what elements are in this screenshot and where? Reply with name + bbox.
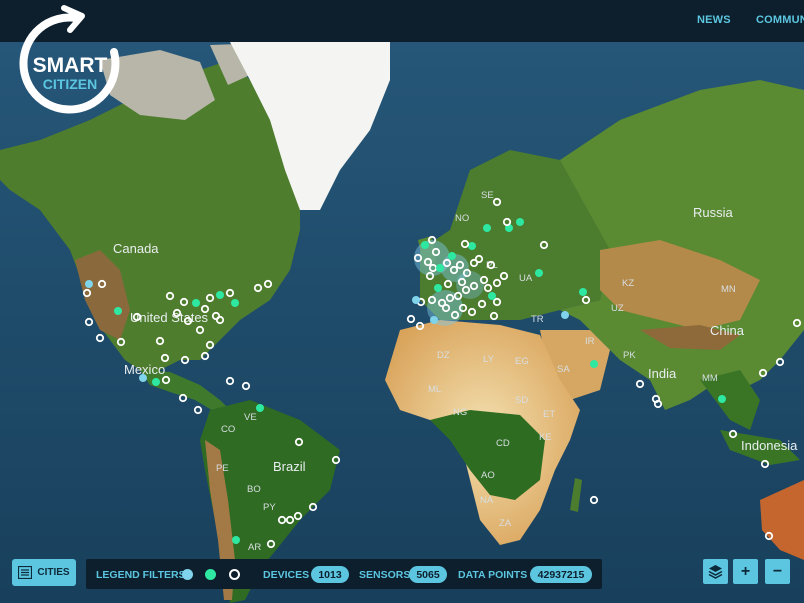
device-marker-online[interactable]	[483, 224, 491, 232]
device-marker-online[interactable]	[231, 299, 239, 307]
code-cd: CD	[496, 438, 510, 449]
filter-dot-green[interactable]	[205, 569, 216, 580]
device-marker-online[interactable]	[232, 536, 240, 544]
device-marker-online[interactable]	[256, 404, 264, 412]
code-ly: LY	[483, 354, 495, 365]
device-marker-online[interactable]	[421, 241, 429, 249]
device-marker-online[interactable]	[448, 252, 456, 260]
code-ua: UA	[519, 273, 533, 284]
device-marker-indoor[interactable]	[139, 374, 147, 382]
device-marker-indoor[interactable]	[430, 316, 438, 324]
label-united-states: United States	[130, 310, 209, 325]
device-marker-indoor[interactable]	[412, 296, 420, 304]
smart-citizen-logo[interactable]: SMART CITIZEN	[18, 4, 126, 122]
legend-filters-label: LEGEND FILTERS	[96, 569, 186, 581]
code-ir: IR	[585, 336, 595, 347]
device-marker-online[interactable]	[192, 299, 200, 307]
device-marker-online[interactable]	[579, 288, 587, 296]
device-marker-online[interactable]	[516, 218, 524, 226]
code-uz: UZ	[611, 303, 624, 314]
code-ar: AR	[248, 542, 261, 553]
bottom-bar: CITIES LEGEND FILTERS DEVICES 1013 SENSO…	[0, 557, 804, 593]
label-brazil: Brazil	[273, 459, 306, 474]
code-tr: TR	[531, 314, 544, 325]
code-ke: KE	[539, 432, 552, 443]
filter-dot-ring[interactable]	[229, 569, 240, 580]
device-marker-online[interactable]	[114, 307, 122, 315]
layers-button[interactable]	[703, 559, 728, 584]
label-india: India	[648, 366, 677, 381]
code-se: SE	[481, 190, 494, 201]
devices-label: DEVICES	[263, 569, 310, 581]
zoom-in-button[interactable]: +	[733, 559, 758, 584]
label-china: China	[710, 323, 745, 338]
code-za: ZA	[499, 518, 512, 529]
cities-button-label: CITIES	[37, 567, 70, 578]
label-canada: Canada	[113, 241, 159, 256]
code-eg: EG	[515, 356, 529, 367]
data-points-count-badge: 42937215	[530, 566, 592, 583]
legend-bar: LEGEND FILTERS DEVICES 1013 SENSORS 5065…	[86, 559, 602, 589]
code-pk: PK	[623, 350, 636, 361]
code-ng: NG	[453, 407, 467, 418]
sensors-label: SENSORS	[359, 569, 411, 581]
device-marker-indoor[interactable]	[561, 311, 569, 319]
code-mn: MN	[721, 284, 736, 295]
zoom-out-button[interactable]: −	[765, 559, 790, 584]
code-bo: BO	[247, 484, 261, 495]
device-marker-online[interactable]	[468, 242, 476, 250]
code-no: NO	[455, 213, 469, 224]
list-icon	[18, 566, 33, 579]
code-na: NA	[480, 495, 494, 506]
nav-news-link[interactable]: NEWS	[697, 14, 731, 26]
code-et: ET	[543, 409, 555, 420]
device-marker-online[interactable]	[488, 292, 496, 300]
devices-count-badge: 1013	[311, 566, 349, 583]
nav-community-link[interactable]: COMMUN	[756, 14, 804, 26]
device-marker-online[interactable]	[216, 291, 224, 299]
code-co: CO	[221, 424, 235, 435]
device-marker-online[interactable]	[434, 284, 442, 292]
sensors-count-badge: 5065	[409, 566, 447, 583]
label-russia: Russia	[693, 205, 734, 220]
code-sa: SA	[557, 364, 570, 375]
code-py: PY	[263, 502, 276, 513]
code-sd: SD	[515, 395, 528, 406]
device-marker-online[interactable]	[436, 264, 444, 272]
logo-text-smart: SMART	[33, 54, 108, 77]
device-marker-online[interactable]	[535, 269, 543, 277]
code-pe: PE	[216, 463, 229, 474]
code-dz: DZ	[437, 350, 450, 361]
code-ao: AO	[481, 470, 495, 481]
device-marker-online[interactable]	[718, 395, 726, 403]
code-ml: ML	[428, 384, 441, 395]
logo-text-citizen: CITIZEN	[43, 76, 97, 92]
filter-dot-blue[interactable]	[182, 569, 193, 580]
code-kz: KZ	[622, 278, 634, 289]
cities-button[interactable]: CITIES	[12, 559, 76, 586]
device-marker-online[interactable]	[152, 378, 160, 386]
data-points-label: DATA POINTS	[458, 569, 528, 581]
device-marker-indoor[interactable]	[85, 280, 93, 288]
label-indonesia: Indonesia	[741, 438, 798, 453]
code-mm: MM	[702, 373, 718, 384]
layers-icon	[708, 565, 723, 579]
device-marker-online[interactable]	[590, 360, 598, 368]
code-ve: VE	[244, 412, 257, 423]
